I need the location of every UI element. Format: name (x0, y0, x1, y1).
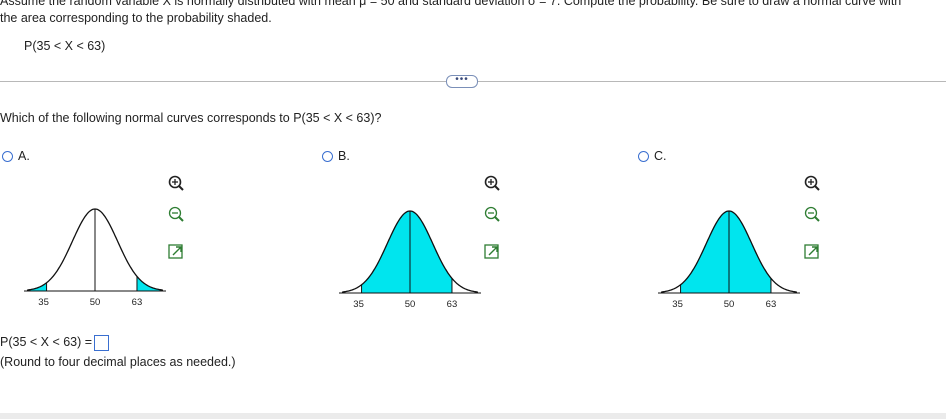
expand-icon[interactable] (804, 244, 819, 259)
tick-label-50: 50 (405, 299, 416, 310)
zoom-in-icon[interactable] (804, 175, 820, 191)
handle (178, 185, 184, 191)
tick-label-35: 35 (672, 299, 683, 310)
tick-label-63: 63 (766, 299, 777, 310)
handle (494, 185, 500, 191)
handle (494, 216, 500, 222)
tick-label-50: 50 (724, 299, 735, 310)
expand-arrow (172, 246, 182, 256)
round-instruction: (Round to four decimal places as needed.… (0, 355, 236, 369)
expand-icon[interactable] (168, 244, 183, 259)
handle (178, 216, 184, 222)
shaded-right-tail (136, 276, 163, 291)
tick-label-35: 35 (38, 297, 49, 308)
expand-arrow (488, 246, 498, 256)
handle (814, 185, 820, 191)
answer-row: P(35 < X < 63) = (0, 334, 110, 351)
handle (814, 216, 820, 222)
zoom-out-icon[interactable] (804, 206, 820, 222)
tick-label-50: 50 (90, 297, 101, 308)
shaded-area (680, 211, 771, 293)
zoom-out-icon[interactable] (168, 206, 184, 222)
answer-label: P(35 < X < 63) = (0, 335, 93, 349)
tick-label-63: 63 (447, 299, 458, 310)
expand-icon[interactable] (484, 244, 499, 259)
expand-arrow (808, 246, 818, 256)
shaded-area (361, 211, 452, 293)
tick-label-63: 63 (132, 297, 143, 308)
zoom-in-icon[interactable] (484, 175, 500, 191)
tick-label-35: 35 (353, 299, 364, 310)
answer-input[interactable] (94, 334, 110, 351)
zoom-out-icon[interactable] (484, 206, 500, 222)
bottom-bar (0, 413, 946, 419)
zoom-in-icon[interactable] (168, 175, 184, 191)
